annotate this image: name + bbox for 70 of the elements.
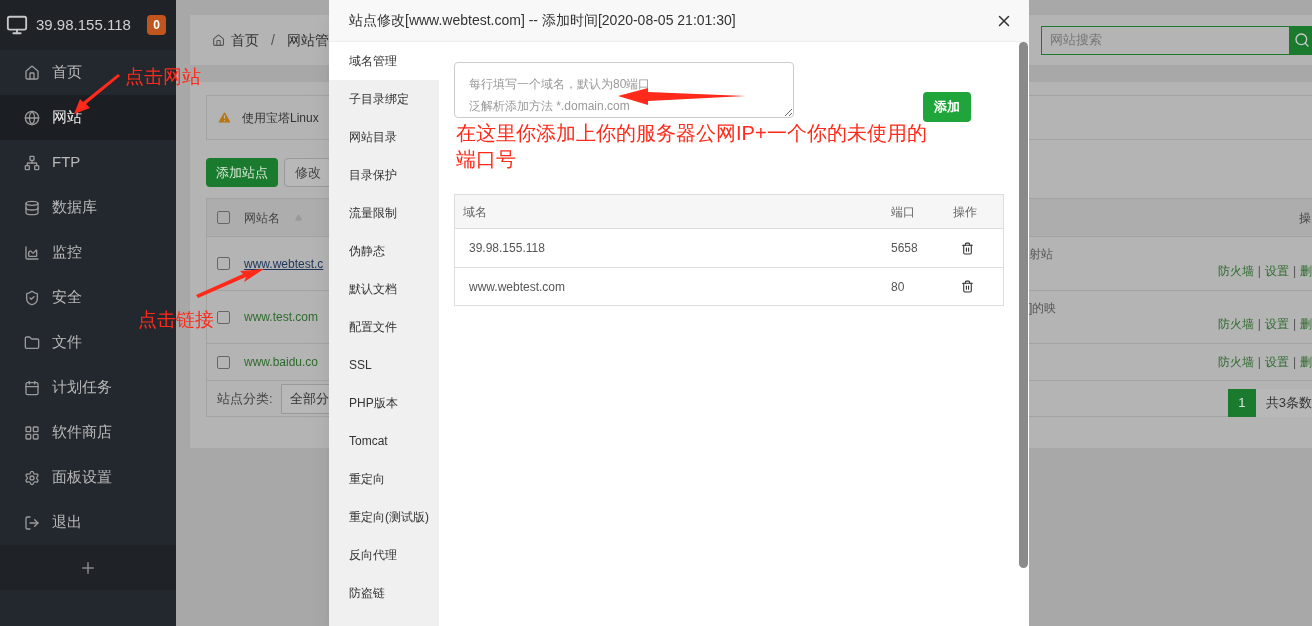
dialog-tab[interactable]: 域名管理 [329,42,439,80]
column-header: 操 [1299,209,1311,227]
notice-text: 使用宝塔Linux [242,109,319,127]
column-header: 端口 [890,203,916,221]
action-separator: | [1257,262,1261,280]
server-ip: 39.98.155.118 [36,14,131,35]
nav-item[interactable]: 退出 [24,511,82,534]
site-link[interactable]: www.webtest.c [244,254,324,273]
column-header: 操作 [953,203,977,221]
action-separator: | [1292,316,1296,333]
nav-icon [24,109,40,126]
nav-item[interactable]: 软件商店 [24,421,112,444]
dialog-title: 站点修改[www.webtest.com] -- 添加时间[2020-08-05 21:01:30] [349,11,736,30]
nav-icon [24,469,40,486]
nav-icon [24,154,40,171]
annotation-arrow [196,267,266,301]
add-site-button[interactable]: 添加站点 [206,158,278,187]
page-button[interactable]: 1 [1227,388,1256,417]
nav-item[interactable]: 数据库 [24,196,97,219]
nav-icon [24,289,40,306]
breadcrumb-link[interactable]: 首页 [231,29,260,51]
column-header: 域名 [462,203,488,221]
nav-icon [24,514,40,531]
annotation-text: 点击链接 [138,308,214,332]
nav-icon [24,424,40,441]
nav-item[interactable]: 首页 [24,61,82,84]
action-separator: | [1292,262,1296,280]
nav-item[interactable]: 安全 [24,286,82,309]
scrollbar[interactable] [1019,42,1028,568]
nav-item[interactable]: 监控 [24,241,82,264]
table-cell-text: 39.98.155.118 [468,240,546,257]
notification-badge[interactable]: 0 [147,15,166,35]
nav-item[interactable]: 计划任务 [24,376,112,399]
checkbox[interactable] [217,211,230,224]
annotation-text: 在这里你添加上你的服务器公网IP+一个你的未使用的端口号 [456,121,928,172]
action-separator: | [1257,316,1261,333]
checkbox[interactable] [217,257,230,270]
breadcrumb-current: 网站管 [287,30,329,50]
nav-icon [24,334,40,351]
column-header[interactable]: 网站名 [244,208,280,227]
action-separator: | [1257,354,1261,371]
checkbox[interactable] [217,355,230,369]
category-select[interactable]: 全部分 [280,383,329,414]
nav-item[interactable]: FTP [24,151,81,174]
category-label: 站点分类: [217,389,273,408]
site-note: 射站 [1029,246,1053,263]
search-button[interactable] [1290,25,1312,55]
nav-icon [24,244,40,261]
modify-default-button[interactable]: 修改 [284,158,329,187]
home-icon [212,32,226,48]
nav-item[interactable]: 文件 [24,331,82,354]
site-note: ]的映 [1029,300,1057,317]
warning-icon [217,110,232,125]
search-icon [1294,32,1310,48]
pagination-summary: 共3条数 [1255,388,1312,417]
nav-icon [24,64,40,81]
trash-icon[interactable] [961,241,974,255]
nav-icon [24,199,40,216]
nav-icon [24,379,40,396]
nav-item[interactable]: 网站 [24,106,82,129]
table-cell-text: 5658 [890,240,919,257]
domain-input[interactable]: 每行填写一个域名，默认为80端口 泛解析添加方法 *.domain.com [454,62,794,118]
breadcrumb-separator: / [271,30,275,50]
action-separator: | [1292,354,1296,371]
checkbox[interactable] [217,310,230,324]
nav-item[interactable]: 面板设置 [24,466,112,489]
monitor-icon [6,14,28,36]
trash-icon[interactable] [961,280,974,293]
table-cell-text: 80 [890,278,906,296]
table-cell-text: www.webtest.com [468,278,567,296]
